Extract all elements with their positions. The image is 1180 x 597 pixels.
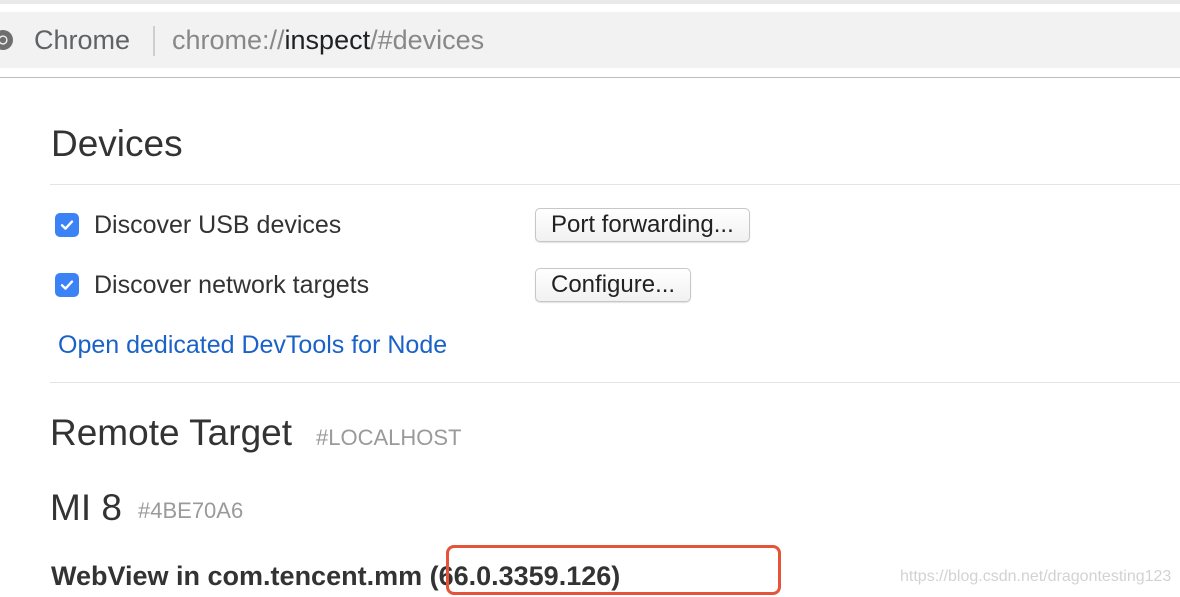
discover-network-checkbox[interactable] xyxy=(55,273,79,297)
url-scheme: chrome:// xyxy=(172,25,285,55)
section-divider xyxy=(50,184,1180,185)
port-forwarding-button[interactable]: Port forwarding... xyxy=(535,208,750,242)
checkmark-icon xyxy=(60,220,74,230)
remote-target-host: #LOCALHOST xyxy=(316,425,462,450)
device-name: MI 8 xyxy=(50,487,122,528)
device-serial: #4BE70A6 xyxy=(138,498,244,523)
discover-usb-row[interactable]: Discover USB devices xyxy=(55,208,341,242)
discover-network-row[interactable]: Discover network targets xyxy=(55,268,369,302)
devices-heading: Devices xyxy=(51,123,183,164)
discover-usb-label: Discover USB devices xyxy=(94,210,342,239)
annotation-highlight xyxy=(446,545,781,595)
url-host: inspect xyxy=(284,25,371,55)
watermark: https://blog.csdn.net/dragontesting123 xyxy=(900,568,1172,585)
node-devtools-link[interactable]: Open dedicated DevTools for Node xyxy=(58,330,447,360)
url-text[interactable]: chrome://inspect/#devices xyxy=(172,24,484,56)
toolbar-divider xyxy=(0,77,1180,78)
discover-network-label: Discover network targets xyxy=(94,270,370,299)
url-path: /#devices xyxy=(370,25,485,55)
chip-divider xyxy=(153,26,155,56)
remote-target-heading: Remote Target xyxy=(50,412,292,453)
section-divider xyxy=(50,382,1180,383)
site-chip[interactable]: Chrome xyxy=(34,24,130,56)
checkmark-icon xyxy=(60,280,74,290)
chrome-inspect-page: Chrome chrome://inspect/#devices Devices… xyxy=(0,0,1180,597)
window-top-edge xyxy=(0,0,1180,4)
configure-button[interactable]: Configure... xyxy=(535,268,692,302)
chrome-icon xyxy=(0,30,13,50)
discover-usb-checkbox[interactable] xyxy=(55,213,79,237)
